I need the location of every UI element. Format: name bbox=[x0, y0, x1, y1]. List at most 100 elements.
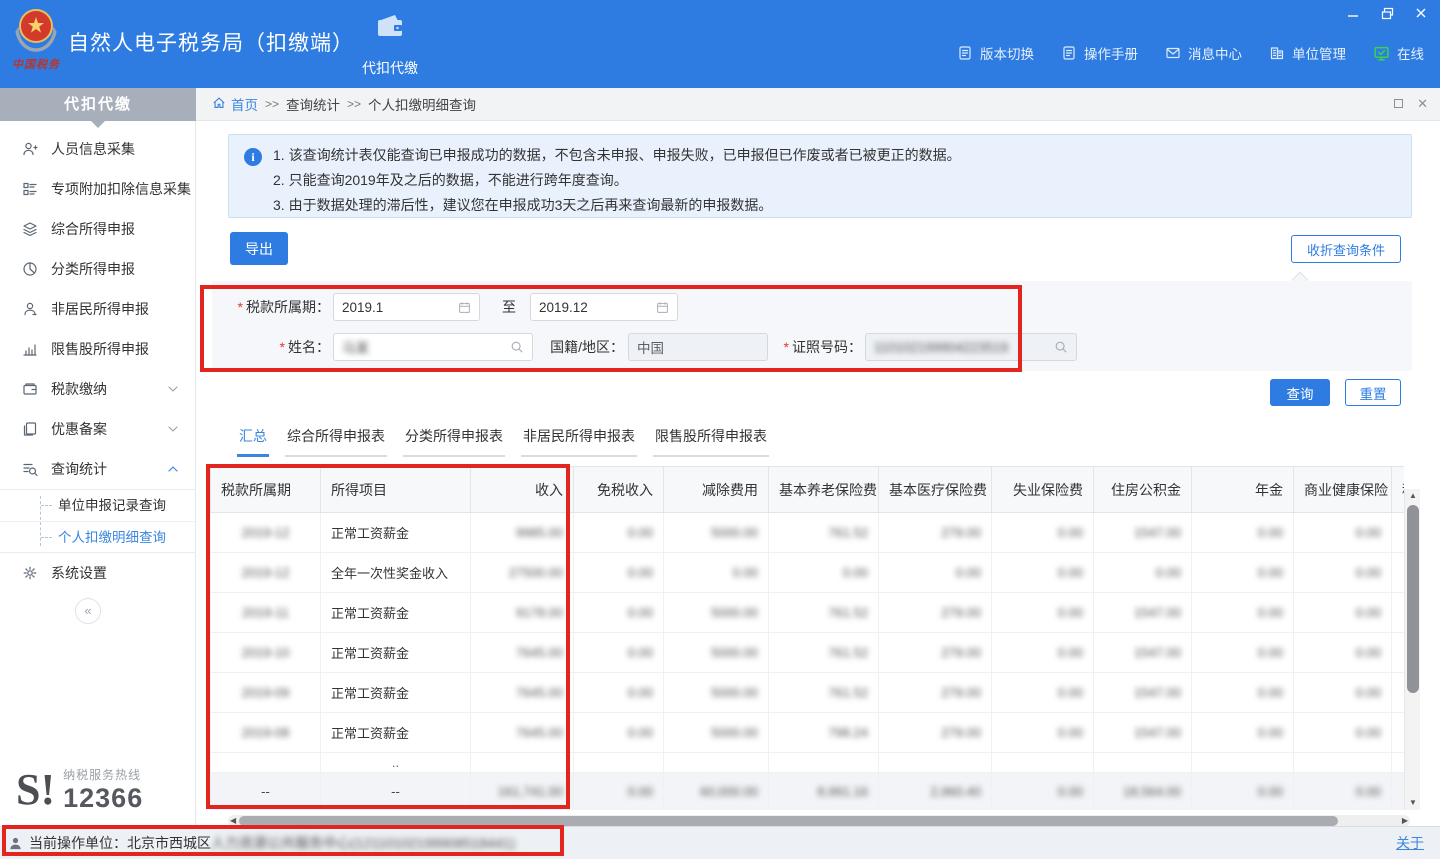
cell-text: 0.00 bbox=[1258, 725, 1283, 740]
unit-management[interactable]: 单位管理 bbox=[1269, 43, 1346, 63]
cell-text: 0.00 bbox=[628, 525, 653, 540]
query-button[interactable]: 查询 bbox=[1270, 379, 1330, 406]
user-manual[interactable]: 操作手册 bbox=[1061, 43, 1138, 63]
layers-icon bbox=[22, 221, 38, 237]
period-to-input[interactable]: 2019.12 bbox=[530, 293, 678, 321]
sidebar-subitem-personal-withholding-detail-query[interactable]: 个人扣缴明细查询 bbox=[0, 521, 195, 552]
column-header: 住房公积金 bbox=[1094, 467, 1192, 513]
envelope-icon bbox=[1165, 45, 1181, 61]
scroll-up-arrow-icon[interactable]: ▲ bbox=[1405, 489, 1421, 503]
cell-text: 7645.00 bbox=[516, 725, 563, 740]
notice-line: 2. 只能查询2019年及之后的数据，不能进行跨年度查询。 bbox=[273, 168, 1401, 193]
hotline-label: 纳税服务热线 bbox=[63, 766, 143, 783]
sidebar-item-system-settings[interactable]: 系统设置 bbox=[0, 553, 195, 593]
reset-button[interactable]: 重置 bbox=[1345, 379, 1401, 406]
cell-text: 5000.00 bbox=[711, 725, 758, 740]
cell: 0.00 bbox=[1192, 593, 1294, 633]
restore-button[interactable] bbox=[1378, 4, 1396, 22]
about-link[interactable]: 关于 bbox=[1396, 833, 1424, 853]
export-button[interactable]: 导出 bbox=[230, 232, 288, 265]
calendar-icon[interactable] bbox=[458, 301, 471, 314]
cell-text: 0.00 bbox=[1356, 685, 1381, 700]
result-tabs: 汇总综合所得申报表分类所得申报表非居民所得申报表限售股所得申报表 bbox=[237, 426, 785, 457]
online-status[interactable]: 在线 bbox=[1373, 43, 1424, 63]
cell: 0.00 bbox=[992, 673, 1094, 713]
cell-text: 0.00 bbox=[1156, 565, 1181, 580]
horizontal-scroll-thumb[interactable] bbox=[239, 816, 1338, 826]
sidebar-item-classified-income-declare[interactable]: 分类所得申报 bbox=[0, 249, 195, 289]
cell bbox=[1392, 753, 1405, 773]
cell-text: 0.00 bbox=[1356, 645, 1381, 660]
column-header: 年金 bbox=[1192, 467, 1294, 513]
cell-text: 5000.00 bbox=[711, 605, 758, 620]
table-row: 2019-08正常工资薪金7645.000.005000.00798.24279… bbox=[211, 713, 1405, 753]
period-from-input[interactable]: 2019.1 bbox=[333, 293, 480, 321]
sidebar-item-nonresident-income-declare[interactable]: 非居民所得申报 bbox=[0, 289, 195, 329]
cell-text: 0.00 bbox=[1258, 605, 1283, 620]
cell-text: 0.00 bbox=[1356, 565, 1381, 580]
table-row: 2019-12全年一次性奖金收入27500.000.000.000.000.00… bbox=[211, 553, 1405, 593]
cell-text: 1547.00 bbox=[1134, 725, 1181, 740]
cell-text: 全年一次性奖金收入 bbox=[331, 566, 448, 581]
close-button[interactable] bbox=[1412, 4, 1430, 22]
cell: 761.52 bbox=[769, 593, 879, 633]
tab-classified-income[interactable]: 分类所得申报表 bbox=[403, 426, 505, 457]
panel-maximize-button[interactable] bbox=[1394, 96, 1403, 112]
restricted-stock-income-declare-label: 限售股所得申报 bbox=[51, 339, 149, 359]
cell-text: 5000.00 bbox=[711, 645, 758, 660]
sidebar-collapse-button[interactable]: « bbox=[75, 598, 101, 624]
form-caret bbox=[1292, 272, 1309, 289]
cell: .. bbox=[321, 753, 471, 773]
sidebar-item-restricted-stock-income-declare[interactable]: 限售股所得申报 bbox=[0, 329, 195, 369]
app-window: 中国税务 自然人电子税务局（扣缴端） 代扣代缴 版本切换操作手册消息中心单位管理… bbox=[0, 0, 1440, 859]
cell-text: 161,741.00 bbox=[498, 784, 563, 799]
cell-text: 0.00 bbox=[1058, 685, 1083, 700]
sidebar-item-comprehensive-income-declare[interactable]: 综合所得申报 bbox=[0, 209, 195, 249]
cell-text: 0.00 bbox=[1058, 565, 1083, 580]
cell: 2019-12 bbox=[211, 553, 321, 593]
brand-subtext: 中国税务 bbox=[8, 56, 64, 72]
minimize-button[interactable] bbox=[1344, 4, 1362, 22]
sidebar-item-query-statistics[interactable]: 查询统计 bbox=[0, 449, 195, 489]
cell: 9178.00 bbox=[471, 593, 574, 633]
sidebar-item-preferential-filing[interactable]: 优惠备案 bbox=[0, 409, 195, 449]
vertical-scrollbar[interactable]: ▲ ▼ bbox=[1404, 489, 1420, 810]
tab-nonresident-income[interactable]: 非居民所得申报表 bbox=[521, 426, 637, 457]
cell: 0.00 bbox=[1094, 553, 1192, 593]
tab-restricted-stock-income[interactable]: 限售股所得申报表 bbox=[653, 426, 769, 457]
version-switch[interactable]: 版本切换 bbox=[957, 43, 1034, 63]
module-tab-withholding[interactable]: 代扣代缴 bbox=[348, 12, 432, 78]
chevron-down-icon bbox=[165, 421, 181, 437]
copy-icon bbox=[22, 421, 38, 437]
breadcrumb: 首页 >> 查询统计 >> 个人扣缴明细查询 ✕ bbox=[196, 88, 1440, 121]
cell-text: 5000.00 bbox=[711, 525, 758, 540]
cell: 279.00 bbox=[879, 513, 992, 553]
notice-box: i 1. 该查询统计表仅能查询已申报成功的数据，不包含未申报、申报失败，已申报但… bbox=[228, 134, 1412, 218]
top-nav: 版本切换 操作手册 消息中心 单位管理 在线 bbox=[957, 30, 1424, 76]
cell bbox=[1392, 773, 1405, 811]
sidebar-subitem-unit-declare-record-query[interactable]: 单位申报记录查询 bbox=[0, 490, 195, 521]
sidebar-item-personnel-info-collection[interactable]: 人员信息采集 bbox=[0, 129, 195, 169]
cell: 0.00 bbox=[992, 513, 1094, 553]
cell-text: 2019-08 bbox=[242, 725, 290, 740]
name-input[interactable]: 马某 bbox=[333, 333, 533, 361]
calendar-icon[interactable] bbox=[656, 301, 669, 314]
panel-close-button[interactable]: ✕ bbox=[1417, 96, 1428, 112]
cell-text: 2019-12 bbox=[242, 525, 290, 540]
cell-text: 798.24 bbox=[828, 725, 868, 740]
chevron-down-icon bbox=[165, 381, 181, 397]
scroll-down-arrow-icon[interactable]: ▼ bbox=[1405, 796, 1421, 810]
vertical-scroll-thumb[interactable] bbox=[1407, 505, 1419, 693]
period-to-label: 至 bbox=[492, 293, 526, 321]
window-controls bbox=[1344, 4, 1430, 22]
sidebar-item-tax-payment[interactable]: 税款缴纳 bbox=[0, 369, 195, 409]
collapse-query-button[interactable]: 收折查询条件 bbox=[1291, 235, 1401, 263]
cell: 7645.00 bbox=[471, 633, 574, 673]
search-list-icon bbox=[22, 461, 38, 477]
message-center-label: 消息中心 bbox=[1188, 43, 1242, 63]
sidebar-item-special-deduction-info-collection[interactable]: 专项附加扣除信息采集 bbox=[0, 169, 195, 209]
breadcrumb-home-link[interactable]: 首页 bbox=[212, 94, 258, 114]
message-center[interactable]: 消息中心 bbox=[1165, 43, 1242, 63]
tab-summary[interactable]: 汇总 bbox=[237, 426, 269, 457]
tab-comprehensive-income[interactable]: 综合所得申报表 bbox=[285, 426, 387, 457]
